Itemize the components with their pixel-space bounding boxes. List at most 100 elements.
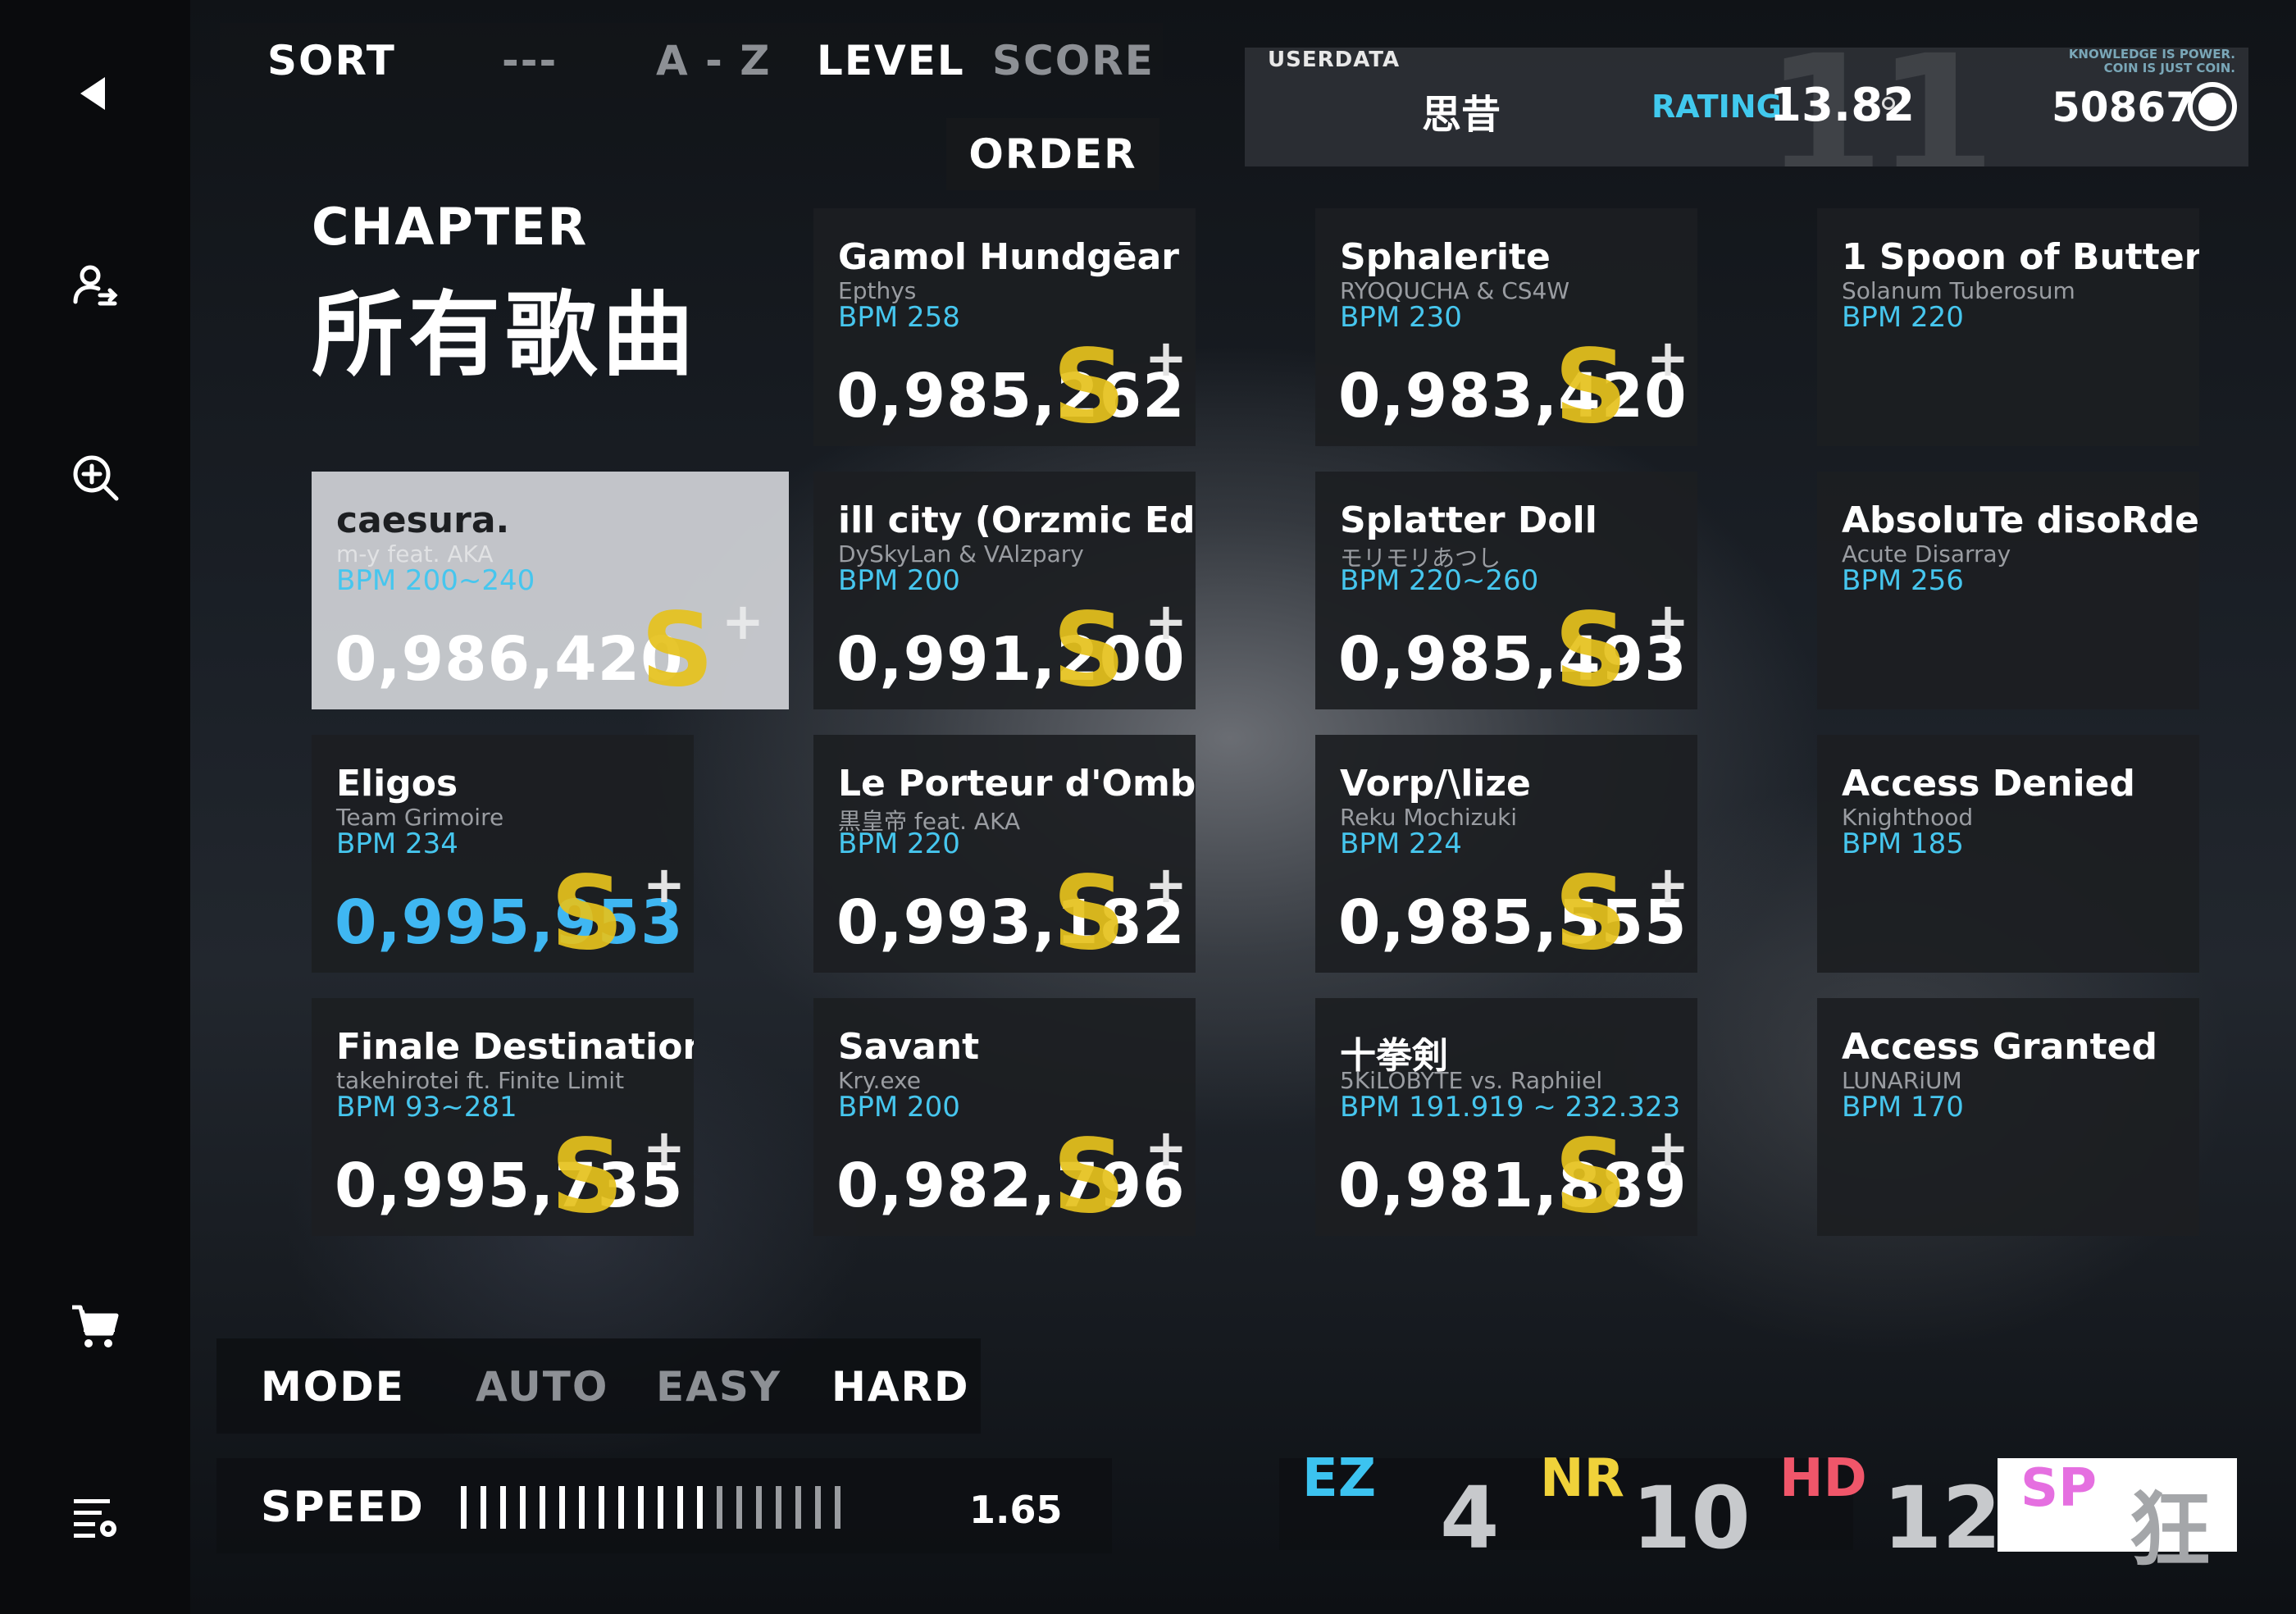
song-card[interactable]: ill city (Orzmic Edit)DySkyLan & VAlzpar… [813, 472, 1196, 709]
cart-icon[interactable] [66, 1297, 125, 1356]
rank-badge-icon: S [1554, 591, 1628, 709]
song-title: Gamol Hundgēar [838, 236, 1179, 278]
speed-tick [599, 1486, 604, 1529]
song-score: 0,993,182 [836, 887, 1186, 958]
sort-bar: SORT --- A - Z LEVEL SCORE [220, 23, 1163, 98]
speed-tick [461, 1486, 467, 1529]
song-bpm: BPM 256 [1842, 564, 1964, 597]
difficulty-nr-level: 10 [1632, 1468, 1751, 1568]
song-card[interactable]: Sphalerite RYOQUCHA & CS4W BPM 230 0,983,42… [1315, 208, 1697, 446]
song-title: Eligos [336, 763, 458, 805]
settings-list-icon[interactable] [66, 1488, 125, 1547]
speed-tick [835, 1486, 840, 1529]
difficulty-ez-level: 4 [1440, 1468, 1500, 1568]
song-card[interactable]: Vorp/\lize Reku Mochizuki BPM 224 0,985,555… [1315, 735, 1697, 973]
rank-badge-icon: S [1052, 855, 1126, 973]
rank-badge-icon: S [550, 855, 624, 973]
song-title: Access Granted [1842, 1026, 2157, 1068]
speed-tick [540, 1486, 545, 1529]
motto-line-1: KNOWLEDGE IS POWER. [2068, 48, 2235, 62]
zoom-in-icon[interactable] [66, 448, 125, 507]
speed-label: SPEED [261, 1483, 425, 1532]
speed-tick [795, 1486, 801, 1529]
rating-dot-icon [1882, 97, 1895, 110]
order-button[interactable]: ORDER [946, 118, 1159, 190]
song-card[interactable]: Access Granted LUNARiUM BPM 170 [1817, 998, 2199, 1236]
difficulty-nr-code: NR [1540, 1448, 1624, 1509]
speed-tick [618, 1486, 624, 1529]
plus-icon: + [1647, 1118, 1689, 1178]
song-bpm: BPM 220 [1842, 301, 1964, 334]
song-card[interactable]: Splatter Doll モリモリあつし BPM 220~260 0,985,493… [1315, 472, 1697, 709]
song-card[interactable]: Savant Kry.exe BPM 200 0,982,796 S + [813, 998, 1196, 1236]
song-card[interactable]: Gamol Hundgēar Epthys BPM 258 0,985,262 S + [813, 208, 1196, 446]
song-score: 0,981,889 [1338, 1151, 1688, 1221]
plus-icon: + [1145, 1118, 1187, 1178]
difficulty-hd-level: 12 [1883, 1468, 2002, 1568]
song-score: 0,985,555 [1338, 887, 1688, 958]
sort-option-none[interactable]: --- [502, 37, 558, 84]
sort-option-az[interactable]: A - Z [656, 37, 772, 84]
song-bpm: BPM 93~281 [336, 1091, 517, 1124]
song-card[interactable]: Le Porteur d'Ombre黒皇帝 feat. AKABPM 2200,… [813, 735, 1196, 973]
song-title: ill city (Orzmic Edit) [838, 499, 1196, 541]
plus-icon: + [1647, 855, 1689, 914]
song-card[interactable]: caesura. m-y feat. AKA BPM 200~240 0,986,42… [312, 472, 789, 709]
song-title: Sphalerite [1340, 236, 1551, 278]
song-card[interactable]: 十拳剣 5KiLOBYTE vs. Raphiiel BPM 191.919 ~ 2… [1315, 998, 1697, 1236]
song-card[interactable]: AbsoluTe disoRdeR Acute Disarray BPM 256 [1817, 472, 2199, 709]
rank-badge-icon: S [1554, 855, 1628, 973]
mode-option-auto[interactable]: AUTO [476, 1363, 608, 1411]
speed-tick [677, 1486, 683, 1529]
plus-icon: + [643, 1118, 686, 1178]
difficulty-sp-code: SP [2020, 1458, 2097, 1519]
chapter-label: CHAPTER [312, 197, 589, 257]
speed-tick [481, 1486, 486, 1529]
song-bpm: BPM 224 [1340, 828, 1462, 860]
mode-option-easy[interactable]: EASY [656, 1363, 781, 1411]
song-score: 0,991,200 [836, 624, 1186, 695]
song-bpm: BPM 200 [838, 1091, 960, 1124]
song-title: Vorp/\lize [1340, 763, 1531, 805]
speed-tick [756, 1486, 762, 1529]
rank-badge-icon: S [1052, 1118, 1126, 1236]
sidebar [0, 0, 190, 1614]
song-score: 0,983,420 [1338, 361, 1688, 431]
username: 思昔 [1422, 92, 1501, 138]
userdata-panel[interactable]: 11 USERDATA 思昔 RATING 13.82 KNOWLEDGE IS… [1245, 48, 2248, 166]
song-bpm: BPM 220~260 [1340, 564, 1539, 597]
speed-tick [559, 1486, 565, 1529]
song-title: Access Denied [1842, 763, 2135, 805]
song-card[interactable]: Access Denied Knighthood BPM 185 [1817, 735, 2199, 973]
song-card[interactable]: 1 Spoon of Butter Solanum Tuberosum BPM 22… [1817, 208, 2199, 446]
sort-option-level[interactable]: LEVEL [817, 37, 965, 84]
difficulty-ez-code: EZ [1302, 1448, 1377, 1509]
speed-tick [717, 1486, 722, 1529]
back-arrow-icon[interactable] [66, 64, 125, 123]
song-bpm: BPM 200~240 [336, 564, 535, 597]
song-score: 0,985,262 [836, 361, 1186, 431]
coin-count: 50867 [2052, 84, 2194, 131]
rank-badge-icon: S [550, 1118, 624, 1236]
song-score: 0,995,735 [335, 1151, 684, 1221]
song-score: 0,982,796 [836, 1151, 1186, 1221]
song-card[interactable]: Eligos Team Grimoire BPM 234 0,995,953 S + [312, 735, 694, 973]
plus-icon: + [643, 855, 686, 914]
chapter-name: 所有歌曲 [312, 282, 699, 389]
mode-bar: MODE AUTO EASY HARD [216, 1338, 981, 1434]
song-title: Le Porteur d'Ombre [838, 763, 1196, 805]
speed-slider[interactable] [461, 1486, 840, 1529]
sort-option-score[interactable]: SCORE [992, 37, 1155, 84]
song-card[interactable]: Finale Destination takehirotei ft. Finite… [312, 998, 694, 1236]
difficulty-hd-code: HD [1779, 1448, 1867, 1509]
rank-badge-icon: S [1554, 328, 1628, 446]
rank-badge-icon: S [640, 591, 714, 709]
user-switch-icon[interactable] [66, 256, 125, 315]
mode-option-hard[interactable]: HARD [831, 1363, 970, 1411]
speed-tick [776, 1486, 781, 1529]
speed-tick [520, 1486, 526, 1529]
rank-badge-icon: S [1052, 328, 1126, 446]
song-bpm: BPM 200 [838, 564, 960, 597]
difficulty-sp[interactable]: SP 狂 [1998, 1458, 2237, 1578]
mode-label: MODE [261, 1363, 405, 1411]
